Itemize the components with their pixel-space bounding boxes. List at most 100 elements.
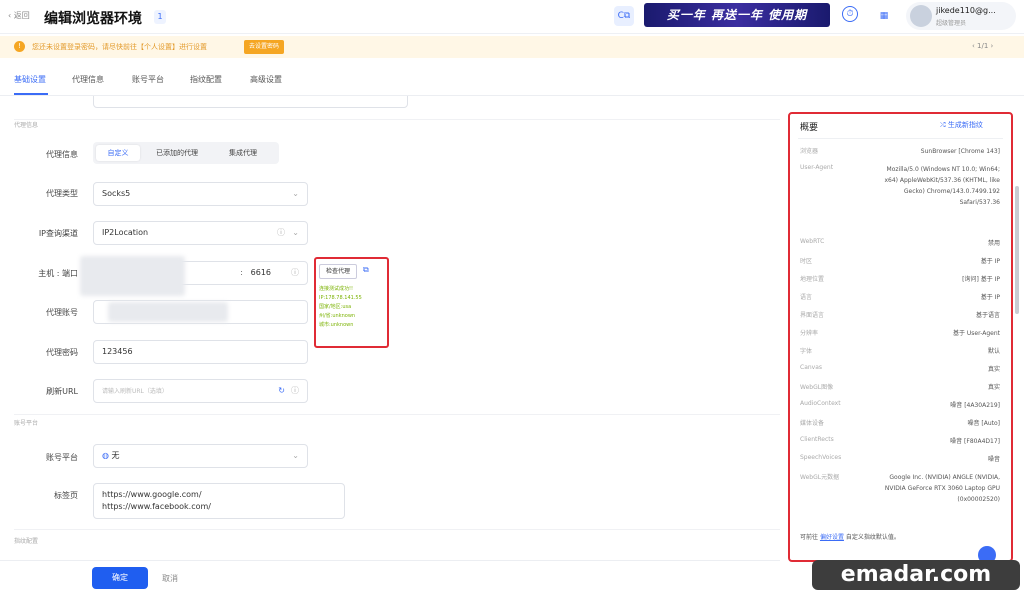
summary-value: 噪音 [4A30A219] [950, 402, 1000, 409]
check-result-line: 城市:unknown [319, 322, 354, 328]
refresh-url-field[interactable]: 请输入刷新URL（选填） ↻ ⓘ [93, 379, 308, 403]
section-platform: 账号平台 [14, 420, 39, 427]
summary-value: Google Inc. (NVIDIA) ANGLE (NVIDIA, NVID… [884, 474, 1000, 503]
proxy-password-value: 123456 [102, 347, 133, 356]
scrollbar[interactable] [1015, 186, 1019, 314]
globe-icon: ◍ [102, 451, 109, 460]
user-menu[interactable]: jikede110@g... 超级管理员 [906, 2, 1016, 30]
summary-footnote: 可前往 偏好设置 自定义指纹默认值。 [800, 532, 900, 541]
generate-fingerprint-button[interactable]: ⤮ 生成新指纹 [940, 120, 983, 130]
info-icon: ⓘ [291, 268, 299, 277]
section-proxy: 代理信息 [14, 122, 39, 129]
check-result-line: 州/省:unknown [319, 313, 356, 319]
summary-value: 默认 [987, 348, 1000, 355]
tab-advanced[interactable]: 高级设置 [250, 74, 282, 85]
proxy-info-label: 代理信息 [46, 150, 78, 159]
confirm-button[interactable]: 确定 [92, 567, 148, 589]
proxy-mode-custom[interactable]: 自定义 [96, 145, 140, 161]
check-result-line: 连接测试成功!! [319, 286, 354, 292]
footnote-suffix: 自定义指纹默认值。 [845, 534, 900, 541]
summary-value: 基于 User-Agent [953, 330, 1000, 337]
ip-channel-select[interactable]: IP2Location ⓘ ⌄ [93, 221, 308, 245]
summary-key: User-Agent [800, 164, 834, 171]
summary-value: 真实 [987, 366, 1000, 373]
proxy-mode-saved[interactable]: 已添加的代理 [145, 145, 209, 161]
preferences-link[interactable]: 偏好设置 [820, 534, 844, 541]
pager-text: 1/1 [977, 42, 989, 50]
proxy-account-label: 代理账号 [46, 308, 78, 317]
startup-tab-url: https://www.google.com/ [102, 490, 202, 499]
check-proxy-button[interactable]: 检查代理 [319, 264, 357, 279]
proxy-type-select[interactable]: Socks5 ⌄ [93, 182, 308, 206]
settings-form: 代理信息 代理信息 自定义 已添加的代理 集成代理 代理类型 Socks5 ⌄ … [0, 96, 780, 561]
summary-divider [798, 138, 1003, 139]
tab-bar: 基础设置 代理信息 账号平台 指纹配置 高级设置 [0, 60, 1024, 96]
user-name: jikede110@g... [936, 6, 996, 15]
proxy-type-label: 代理类型 [46, 189, 78, 198]
summary-key: 媒体设备 [800, 420, 825, 427]
startup-tabs-textarea[interactable]: https://www.google.com/ https://www.face… [93, 483, 345, 519]
cancel-button[interactable]: 取消 [162, 573, 178, 584]
chevron-down-icon: ⌄ [292, 189, 299, 198]
summary-value: 噪音 [987, 456, 1000, 463]
summary-value: 真实 [987, 384, 1000, 391]
tab-basic[interactable]: 基础设置 [14, 74, 46, 85]
section-divider [14, 119, 780, 120]
summary-key: AudioContext [800, 400, 841, 407]
refresh-url-placeholder: 请输入刷新URL（选填） [102, 388, 168, 395]
generate-fingerprint-label: 生成新指纹 [947, 121, 983, 129]
notice-bar: ! 您还未设置登录密码，请尽快前往【个人设置】进行设置 去设置密码 ‹ 1/1 … [0, 36, 1024, 58]
check-result-line: IP:178.78.141.55 [319, 295, 362, 301]
refresh-icon[interactable]: ↻ [278, 380, 285, 402]
title-badge: 1 [154, 10, 166, 24]
summary-title: 概要 [800, 123, 819, 133]
promo-banner[interactable]: 买一年 再送一年 使用期 [644, 3, 830, 27]
summary-value: SunBrowser [Chrome 143] [920, 148, 1000, 155]
footer-divider [0, 560, 780, 561]
copy-icon[interactable]: ⧉ [363, 265, 369, 275]
section-divider [14, 414, 780, 415]
check-result: 连接测试成功!! IP:178.78.141.55 国家/地区:usa 州/省:… [319, 285, 362, 330]
top-bar: ‹ 返回 编辑浏览器环境 1 C⧉ 买一年 再送一年 使用期 ⏱ ▦ jiked… [0, 0, 1024, 34]
help-icon[interactable]: ⏱ [842, 6, 858, 22]
summary-key: WebGL图像 [800, 384, 834, 391]
platform-value: 无 [111, 451, 120, 460]
summary-value: 禁用 [987, 240, 1000, 247]
summary-key: 字体 [800, 348, 813, 355]
app-icon[interactable]: C⧉ [614, 6, 634, 26]
tab-platform[interactable]: 账号平台 [132, 74, 164, 85]
platform-select[interactable]: ◍ 无 ⌄ [93, 444, 308, 468]
top-field[interactable] [93, 96, 408, 108]
summary-value: [询问] 基于 IP [962, 276, 1000, 283]
summary-key: Canvas [800, 364, 823, 371]
footnote-prefix: 可前往 [800, 534, 819, 541]
ip-channel-value: IP2Location [102, 228, 149, 237]
summary-key: 浏览器 [800, 148, 819, 155]
info-icon: ⓘ [277, 228, 285, 237]
summary-key: 语言 [800, 294, 813, 301]
summary-value: 基于语言 [975, 312, 1000, 319]
proxy-type-value: Socks5 [102, 189, 131, 198]
proxy-password-field[interactable]: 123456 [93, 340, 308, 364]
chevron-down-icon: ⌄ [292, 451, 299, 460]
back-link[interactable]: ‹ 返回 [8, 10, 30, 21]
set-password-button[interactable]: 去设置密码 [244, 40, 284, 54]
tab-proxy[interactable]: 代理信息 [72, 74, 104, 85]
proxy-mode-integrated[interactable]: 集成代理 [213, 145, 273, 161]
summary-key: 界面语言 [800, 312, 825, 319]
notice-pager[interactable]: ‹ 1/1 › [972, 42, 993, 50]
port-separator: : [240, 268, 243, 277]
section-fingerprint: 指纹配置 [14, 538, 39, 545]
summary-key: WebRTC [800, 238, 825, 245]
summary-value: 基于 IP [980, 258, 1000, 265]
redacted-host [80, 256, 185, 296]
tabs-label: 标签页 [54, 491, 78, 500]
warning-icon: ! [14, 41, 25, 52]
tab-fingerprint[interactable]: 指纹配置 [190, 74, 222, 85]
section-divider [14, 529, 780, 530]
proxy-password-label: 代理密码 [46, 348, 78, 357]
summary-key: 时区 [800, 258, 813, 265]
grid-icon[interactable]: ▦ [874, 6, 894, 26]
summary-value: Mozilla/5.0 (Windows NT 10.0; Win64; x64… [884, 166, 1000, 206]
summary-key: 分辨率 [800, 330, 819, 337]
